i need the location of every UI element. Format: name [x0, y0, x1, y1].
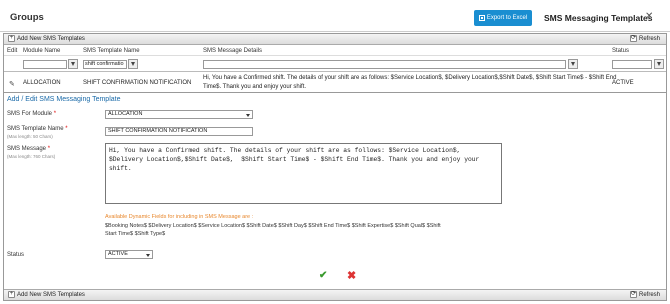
column-header-module[interactable]: Module Name — [23, 48, 60, 54]
details-filter-icon[interactable] — [568, 59, 578, 69]
form-title: Add / Edit SMS Messaging Template — [7, 96, 121, 103]
module-label-text: SMS For Module — [7, 111, 53, 117]
column-header-row: Edit Module Name SMS Template Name SMS M… — [4, 46, 666, 56]
module-field-label: SMS For Module * — [7, 111, 56, 117]
plus-icon: + — [8, 35, 15, 42]
module-filter-icon[interactable] — [68, 59, 78, 69]
row-details-line2: Time$. Thank you and enjoy your shift. — [203, 84, 307, 90]
chevron-down-icon — [246, 114, 250, 117]
save-check-icon[interactable]: ✔ — [319, 270, 327, 281]
add-template-button-bottom[interactable]: + Add New SMS Templates — [8, 291, 85, 298]
refresh-button[interactable]: ⟳ Refresh — [629, 35, 660, 42]
dialog-title: SMS Messaging Templates — [544, 13, 653, 23]
template-filter-icon[interactable] — [128, 59, 138, 69]
details-filter-input[interactable] — [203, 60, 566, 69]
status-filter-icon[interactable] — [654, 59, 664, 69]
close-icon[interactable]: ✕ — [645, 11, 653, 22]
message-field-label: SMS Message * — [7, 146, 50, 152]
grid-toolbar-bottom: + Add New SMS Templates ⟳ Refresh — [4, 289, 666, 300]
add-template-button[interactable]: + Add New SMS Templates — [8, 35, 85, 42]
refresh-icon: ⟳ — [629, 291, 637, 298]
column-header-details[interactable]: SMS Message Details — [203, 48, 262, 54]
required-mark: * — [47, 146, 51, 152]
table-row[interactable]: ✎ ALLOCATION SHIFT CONFIRMATION NOTIFICA… — [4, 73, 666, 93]
plus-icon: + — [8, 291, 15, 298]
status-filter-input[interactable] — [612, 60, 652, 69]
column-header-edit[interactable]: Edit — [7, 48, 17, 54]
excel-icon — [478, 15, 485, 21]
module-select[interactable]: ALLOCATION — [105, 110, 253, 119]
required-mark: * — [65, 126, 68, 132]
module-filter-input[interactable] — [23, 60, 67, 69]
add-template-label: Add New SMS Templates — [17, 291, 85, 298]
template-name-input[interactable]: SHIFT CONFIRMATION NOTIFICATION — [105, 127, 253, 136]
cancel-x-icon[interactable]: ✖ — [347, 269, 356, 282]
refresh-button-bottom[interactable]: ⟳ Refresh — [629, 291, 660, 298]
top-bar: Groups Export to Excel SMS Messaging Tem… — [0, 0, 670, 32]
required-mark: * — [53, 111, 57, 117]
export-label: Export to Excel — [486, 15, 528, 21]
page-title: Groups — [10, 12, 44, 23]
add-template-label: Add New SMS Templates — [17, 35, 85, 42]
dynamic-fields-list: $Booking Notes$ $Delivery Location$ $Ser… — [105, 223, 441, 237]
status-field-label: Status — [7, 252, 25, 258]
message-label-text: SMS Message — [7, 146, 47, 152]
refresh-label: Refresh — [638, 291, 660, 298]
row-module: ALLOCATION — [23, 80, 61, 86]
row-template: SHIFT CONFIRMATION NOTIFICATION — [83, 80, 192, 86]
template-field-label: SMS Template Name * — [7, 126, 68, 132]
module-select-value: ALLOCATION — [108, 111, 143, 117]
template-hint: (Max length: 50 Chars) — [7, 134, 53, 139]
status-select-value: ACTIVE — [108, 251, 128, 257]
export-to-excel-button[interactable]: Export to Excel — [474, 10, 532, 26]
column-header-template[interactable]: SMS Template Name — [83, 48, 140, 54]
refresh-label: Refresh — [638, 35, 660, 42]
template-label-text: SMS Template Name — [7, 126, 64, 132]
template-filter-input[interactable]: shift confirmatio — [83, 60, 127, 69]
pencil-icon[interactable]: ✎ — [9, 80, 15, 88]
row-status: ACTIVE — [612, 80, 634, 86]
refresh-icon: ⟳ — [629, 35, 637, 42]
chevron-down-icon — [146, 254, 150, 257]
grid-toolbar-top: + Add New SMS Templates ⟳ Refresh — [4, 34, 666, 45]
templates-grid: + Add New SMS Templates ⟳ Refresh Edit M… — [3, 33, 667, 301]
message-hint: (Max length: 760 Chars) — [7, 154, 56, 159]
column-header-status[interactable]: Status — [612, 48, 629, 54]
dynamic-fields-title: Available Dynamic Fields for including i… — [105, 214, 254, 220]
sms-message-textarea[interactable]: Hi, You have a Confirmed shift. The deta… — [105, 143, 502, 204]
status-select[interactable]: ACTIVE — [105, 250, 153, 259]
row-details-line1: Hi, You have a Confirmed shift. The deta… — [203, 75, 617, 81]
filter-row: shift confirmatio — [4, 57, 666, 72]
